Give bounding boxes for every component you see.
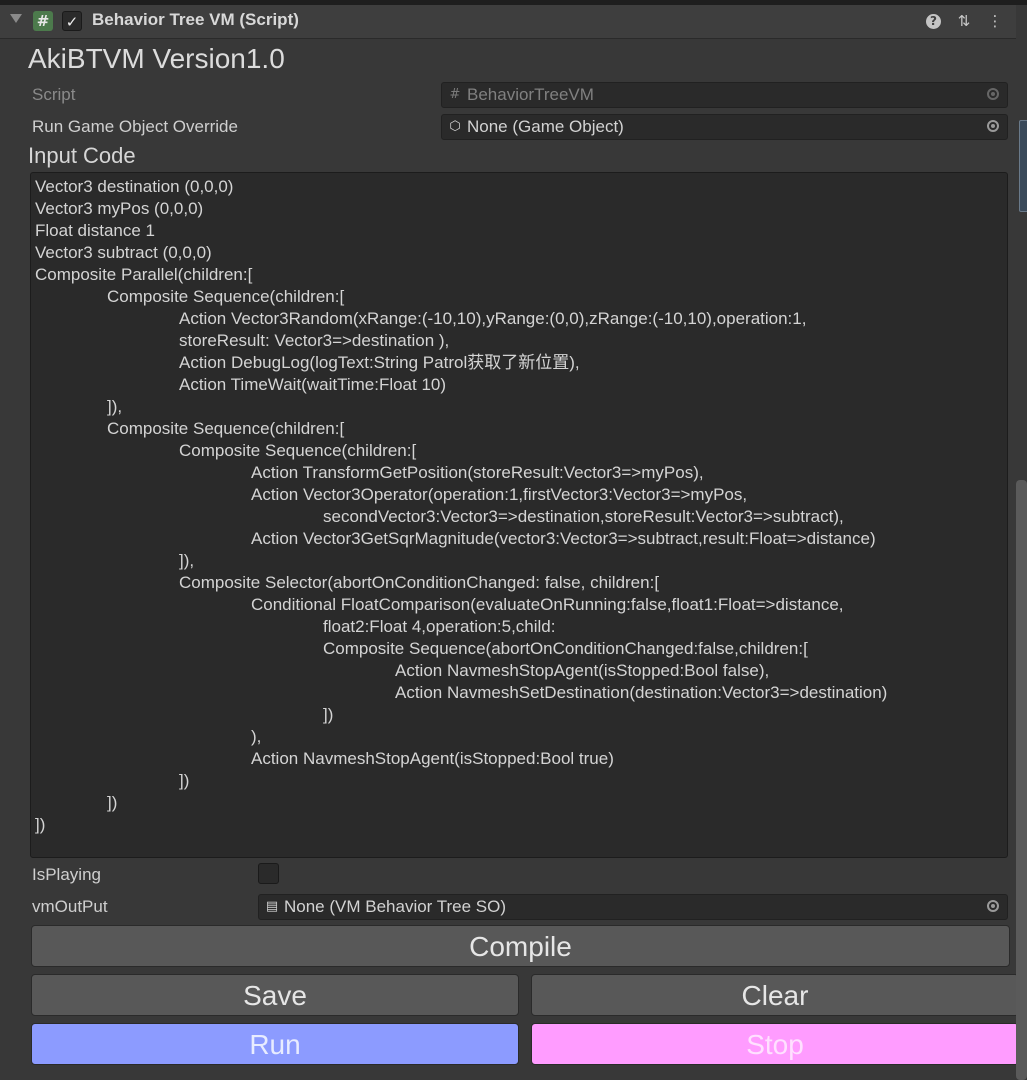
script-hash-icon: # [449,87,461,102]
adjacent-panel-edge [1019,120,1027,212]
input-code-label: Input Code [28,143,136,168]
code-line: ]) [35,815,46,834]
object-picker-icon [987,88,999,100]
compile-button[interactable]: Compile [31,925,1010,967]
code-line: Conditional FloatComparison(evaluateOnRu… [35,595,844,614]
code-line: Action Vector3Random(xRange:(-10,10),yRa… [35,309,807,328]
code-line: ]) [35,793,118,812]
is-playing-checkbox[interactable] [258,863,279,884]
code-line: ]) [35,705,334,724]
code-line: Composite Sequence(children:[ [35,419,345,438]
run-game-object-override-label: Run Game Object Override [32,117,238,136]
code-line: Composite Parallel(children:[ [35,265,253,284]
is-playing-label: IsPlaying [32,865,101,884]
help-icon[interactable]: ? [926,14,941,29]
preset-icon[interactable]: ⇅ [955,12,973,30]
script-label: Script [32,85,76,104]
code-line: Action Vector3GetSqrMagnitude(vector3:Ve… [35,529,876,548]
code-line: Action NavmeshSetDestination(destination… [35,683,888,702]
code-line: float2:Float 4,operation:5,child: [35,617,556,636]
run-game-object-override-value: None (Game Object) [467,117,624,136]
component-title: Behavior Tree VM (Script) [92,10,299,29]
code-line: ), [35,727,262,746]
code-line: Vector3 myPos (0,0,0) [35,199,204,218]
vm-output-value: None (VM Behavior Tree SO) [284,897,507,916]
save-button[interactable]: Save [31,974,519,1016]
object-picker-icon[interactable] [987,900,999,912]
code-line: ]), [35,551,195,570]
code-line: Action TimeWait(waitTime:Float 10) [35,375,447,394]
run-game-object-override-field[interactable]: ⬡ None (Game Object) [441,114,1008,140]
object-picker-icon[interactable] [987,120,999,132]
script-value: BehaviorTreeVM [467,85,594,104]
input-code-textarea[interactable]: Vector3 destination (0,0,0) Vector3 myPos… [30,172,1008,858]
code-line: Action NavmeshStopAgent(isStopped:Bool t… [35,749,614,768]
component-header[interactable]: # ✓ Behavior Tree VM (Script) ? ⇅ ⋮ [0,5,1016,39]
version-title: AkiBTVM Version1.0 [28,43,285,74]
code-line: Composite Sequence(children:[ [35,441,417,460]
script-field: # BehaviorTreeVM [441,82,1008,108]
code-line: storeResult: Vector3=>destination ), [35,331,450,350]
vm-output-label: vmOutPut [32,897,108,916]
code-line: ]) [35,771,190,790]
stop-button[interactable]: Stop [531,1023,1019,1065]
foldout-arrow-icon[interactable] [10,14,22,23]
run-button[interactable]: Run [31,1023,519,1065]
code-line: Composite Sequence(abortOnConditionChang… [35,639,808,658]
code-line: secondVector3:Vector3=>destination,store… [35,507,844,526]
component-enabled-checkbox[interactable]: ✓ [62,11,82,31]
code-line: Float distance 1 [35,221,156,240]
code-line: Composite Sequence(children:[ [35,287,345,306]
code-line: Action DebugLog(logText:String Patrol获取了… [35,353,580,372]
code-line: Action Vector3Operator(operation:1,first… [35,485,748,504]
cube-icon: ⬡ [449,119,461,134]
menu-icon[interactable]: ⋮ [986,12,1004,30]
code-line: ]), [35,397,123,416]
code-line: Vector3 subtract (0,0,0) [35,243,212,262]
inspector-scrollbar[interactable] [1016,480,1027,1080]
code-line: Vector3 destination (0,0,0) [35,177,234,196]
code-line: Action TransformGetPosition(storeResult:… [35,463,704,482]
vm-output-field[interactable]: ▤ None (VM Behavior Tree SO) [258,894,1008,920]
code-line: Composite Selector(abortOnConditionChang… [35,573,660,592]
clear-button[interactable]: Clear [531,974,1019,1016]
document-icon: ▤ [265,899,279,914]
code-line: Action NavmeshStopAgent(isStopped:Bool f… [35,661,770,680]
script-hash-icon: # [33,11,53,31]
